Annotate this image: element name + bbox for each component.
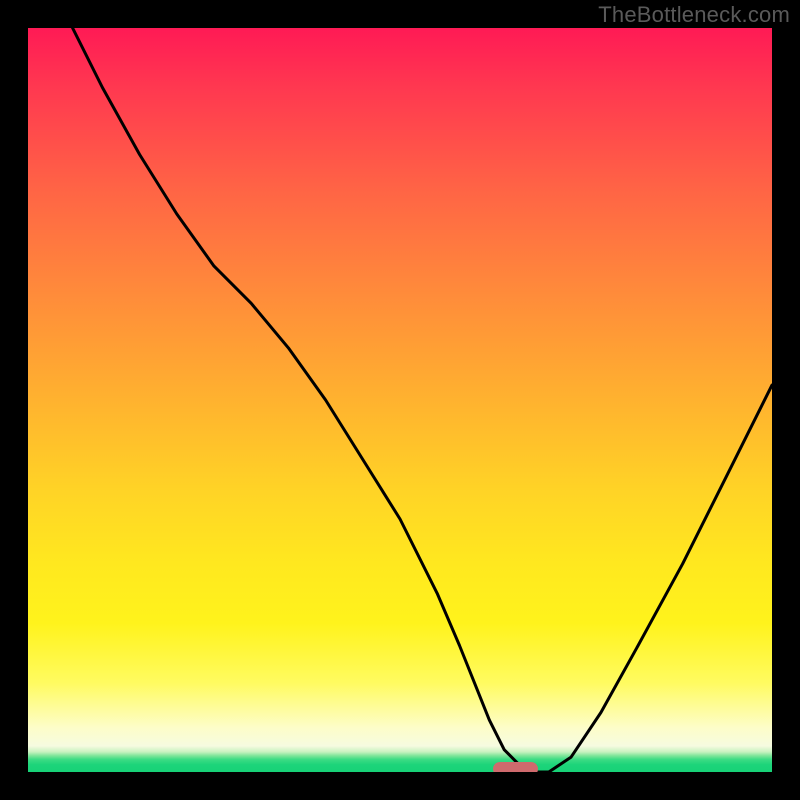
bottleneck-curve — [28, 28, 772, 772]
chart-frame: TheBottleneck.com — [0, 0, 800, 800]
watermark-text: TheBottleneck.com — [598, 2, 790, 28]
balance-marker — [493, 762, 538, 772]
plot-area — [28, 28, 772, 772]
